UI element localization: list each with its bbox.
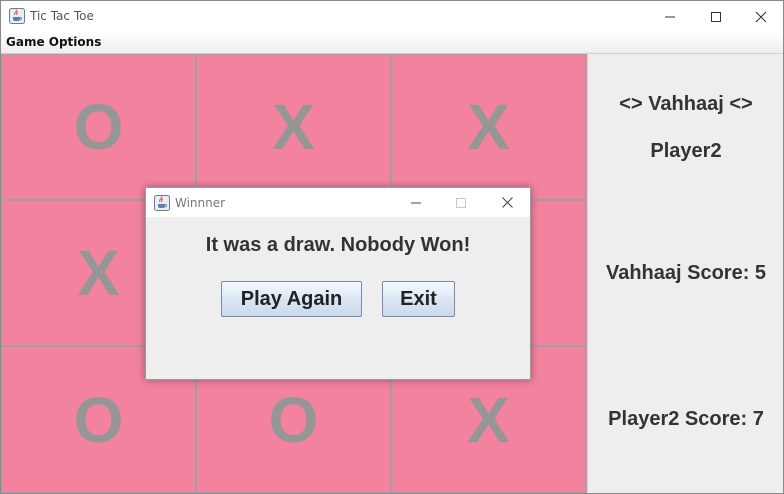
dialog-minimize-button[interactable]: [394, 188, 438, 217]
java-cup-icon: [9, 8, 25, 24]
opponent-label: Player2: [650, 140, 722, 162]
dialog-close-button[interactable]: [485, 188, 529, 217]
player2-score: Player2 Score: 7: [608, 408, 764, 430]
dialog-message: It was a draw. Nobody Won!: [205, 234, 471, 256]
board-cell-2[interactable]: X: [196, 54, 391, 200]
player1-score: Vahhaaj Score: 5: [605, 262, 767, 284]
minimize-icon: [665, 16, 675, 17]
cell-mark: O: [73, 383, 124, 456]
exit-button[interactable]: Exit: [382, 281, 455, 317]
winner-dialog: Winnner It was a draw. Nobody Won! Play …: [145, 187, 531, 380]
minimize-icon: [411, 202, 421, 203]
main-window: Tic Tac Toe Game Options O X X X O O X <…: [0, 0, 784, 494]
cell-mark: X: [272, 91, 315, 163]
score-panel: <> Vahhaaj <> Player2 Vahhaaj Score: 5 P…: [587, 54, 783, 493]
dialog-maximize-button: [439, 188, 483, 217]
close-button[interactable]: [738, 1, 784, 32]
title-bar[interactable]: Tic Tac Toe: [1, 1, 783, 32]
board-cell-3[interactable]: X: [391, 54, 586, 200]
maximize-icon: [711, 11, 721, 22]
cell-mark: X: [467, 383, 510, 456]
minimize-button[interactable]: [647, 1, 693, 32]
maximize-icon: [456, 197, 466, 208]
cell-mark: X: [467, 91, 510, 163]
board-cell-1[interactable]: O: [1, 54, 196, 200]
close-icon: [501, 197, 513, 208]
dialog-title: Winnner: [175, 196, 226, 210]
cell-mark: O: [73, 91, 124, 163]
maximize-button[interactable]: [693, 1, 739, 32]
menu-bar: Game Options: [1, 32, 783, 54]
play-again-button[interactable]: Play Again: [221, 281, 362, 317]
dialog-title-bar[interactable]: Winnner: [146, 188, 530, 217]
cell-mark: X: [77, 237, 120, 309]
menu-game-options[interactable]: Game Options: [6, 35, 101, 49]
window-title: Tic Tac Toe: [30, 9, 94, 23]
cell-mark: O: [268, 383, 319, 456]
close-icon: [755, 11, 767, 22]
current-player-label: <> Vahhaaj <>: [619, 93, 753, 115]
java-cup-icon: [154, 195, 170, 211]
